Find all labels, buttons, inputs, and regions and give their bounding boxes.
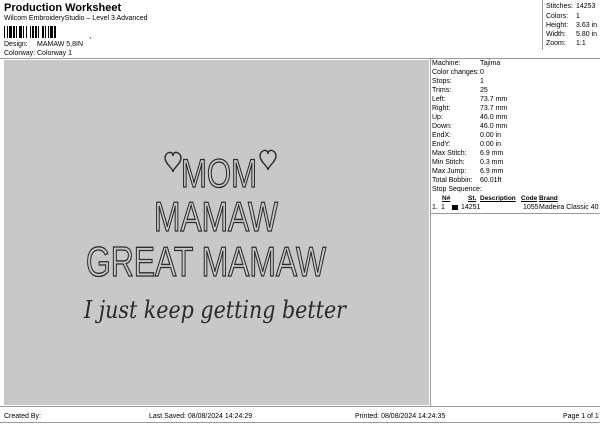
seq-header-brand: Brand bbox=[539, 195, 558, 202]
colorway-label: Colorway: bbox=[4, 50, 36, 57]
max-jump-label: Max Jump: bbox=[432, 168, 467, 175]
min-stitch-value: 0.3 mm bbox=[480, 159, 504, 166]
color-changes-value: 0 bbox=[480, 69, 484, 76]
seq-row-n: 1 bbox=[441, 204, 445, 211]
colors-label: Colors: bbox=[546, 13, 569, 20]
max-stitch-value: 6.9 mm bbox=[480, 150, 504, 157]
heart-right-icon bbox=[259, 149, 277, 171]
machine-label: Machine: bbox=[432, 60, 461, 67]
down-label: Down: bbox=[432, 123, 452, 130]
created-by: Created By: bbox=[4, 413, 41, 420]
table-row: 1. 1 14251 1055 Madeira Classic 40 bbox=[431, 203, 600, 212]
endy-value: 0.00 in bbox=[480, 141, 502, 148]
last-saved: Last Saved: 08/08/2024 14:24:29 bbox=[149, 413, 253, 420]
left-value: 73.7 mm bbox=[480, 96, 508, 103]
total-bobbin-value: 60.01ft bbox=[480, 177, 502, 184]
height-value: 3.63 in bbox=[576, 22, 598, 29]
stops-value: 1 bbox=[480, 78, 484, 85]
trims-label: Trims: bbox=[432, 87, 452, 94]
max-jump-value: 6.9 mm bbox=[480, 168, 504, 175]
right-label: Right: bbox=[432, 105, 451, 112]
endx-value: 0.00 in bbox=[480, 132, 502, 139]
design-line-mom: MOM bbox=[181, 152, 257, 196]
color-swatch bbox=[452, 205, 458, 210]
footer-bottom-line bbox=[0, 422, 600, 423]
height-label: Height: bbox=[546, 22, 569, 29]
max-stitch-label: Max Stitch: bbox=[432, 150, 467, 157]
width-label: Width: bbox=[546, 31, 566, 38]
barcode-text: , bbox=[89, 31, 92, 40]
endx-label: EndX: bbox=[432, 132, 452, 139]
seq-row-index: 1. bbox=[432, 204, 438, 211]
stops-label: Stops: bbox=[432, 78, 452, 85]
design-preview: MOM MAMAW GREAT MAMAW I just keep gettin… bbox=[4, 60, 429, 405]
barcode-image bbox=[4, 26, 56, 38]
seq-header-st: St. bbox=[468, 195, 477, 202]
total-bobbin-label: Total Bobbin: bbox=[432, 177, 473, 184]
colors-value: 1 bbox=[576, 13, 580, 20]
design-line-great-mamaw: GREAT MAMAW bbox=[86, 238, 326, 285]
color-changes-label: Color changes: bbox=[432, 69, 480, 76]
worksheet-title: Production Worksheet bbox=[4, 2, 122, 14]
left-label: Left: bbox=[432, 96, 446, 103]
design-label: Design: bbox=[4, 41, 28, 48]
sequence-divider bbox=[431, 213, 600, 214]
design-line-tagline: I just keep getting better bbox=[83, 296, 347, 324]
zoom-label: Zoom: bbox=[546, 40, 566, 47]
up-label: Up: bbox=[432, 114, 443, 121]
colorway-value: Colorway 1 bbox=[37, 50, 73, 57]
up-value: 46.0 mm bbox=[480, 114, 508, 121]
right-value: 73.7 mm bbox=[480, 105, 508, 112]
stitches-value: 14253 bbox=[576, 3, 596, 10]
zoom-value: 1:1 bbox=[576, 40, 586, 47]
stop-sequence-label: Stop Sequence: bbox=[432, 186, 482, 193]
footer-divider bbox=[0, 406, 600, 407]
seq-header-code: Code bbox=[521, 195, 538, 202]
trims-value: 25 bbox=[480, 87, 488, 94]
design-value: MAMAW 5,8IN bbox=[37, 41, 84, 48]
software-subtitle: Wilcom EmbroideryStudio – Level 3 Advanc… bbox=[4, 15, 148, 22]
min-stitch-label: Min Stitch: bbox=[432, 159, 465, 166]
heart-left-icon bbox=[164, 151, 182, 173]
endy-label: EndY: bbox=[432, 141, 451, 148]
stats-panel: Stitches: 14253 Colors: 1 Height: 3.63 i… bbox=[542, 0, 600, 50]
page-number: Page 1 of 1 bbox=[563, 413, 599, 420]
machine-value: Tajima bbox=[480, 60, 501, 67]
width-value: 5.80 in bbox=[576, 31, 598, 38]
header-divider bbox=[0, 58, 600, 59]
panel-divider bbox=[430, 58, 431, 406]
seq-row-st: 14251 bbox=[461, 204, 481, 211]
seq-row-code: 1055 bbox=[523, 204, 539, 211]
seq-row-brand: Madeira Classic 40 bbox=[539, 204, 599, 211]
stitches-label: Stitches: bbox=[546, 3, 573, 10]
seq-header-description: Description bbox=[480, 195, 516, 202]
printed-date: Printed: 08/08/2024 14:24:35 bbox=[355, 413, 446, 420]
seq-header-n: N# bbox=[442, 195, 451, 202]
design-line-mamaw: MAMAW bbox=[154, 193, 278, 240]
down-value: 46.0 mm bbox=[480, 123, 508, 130]
